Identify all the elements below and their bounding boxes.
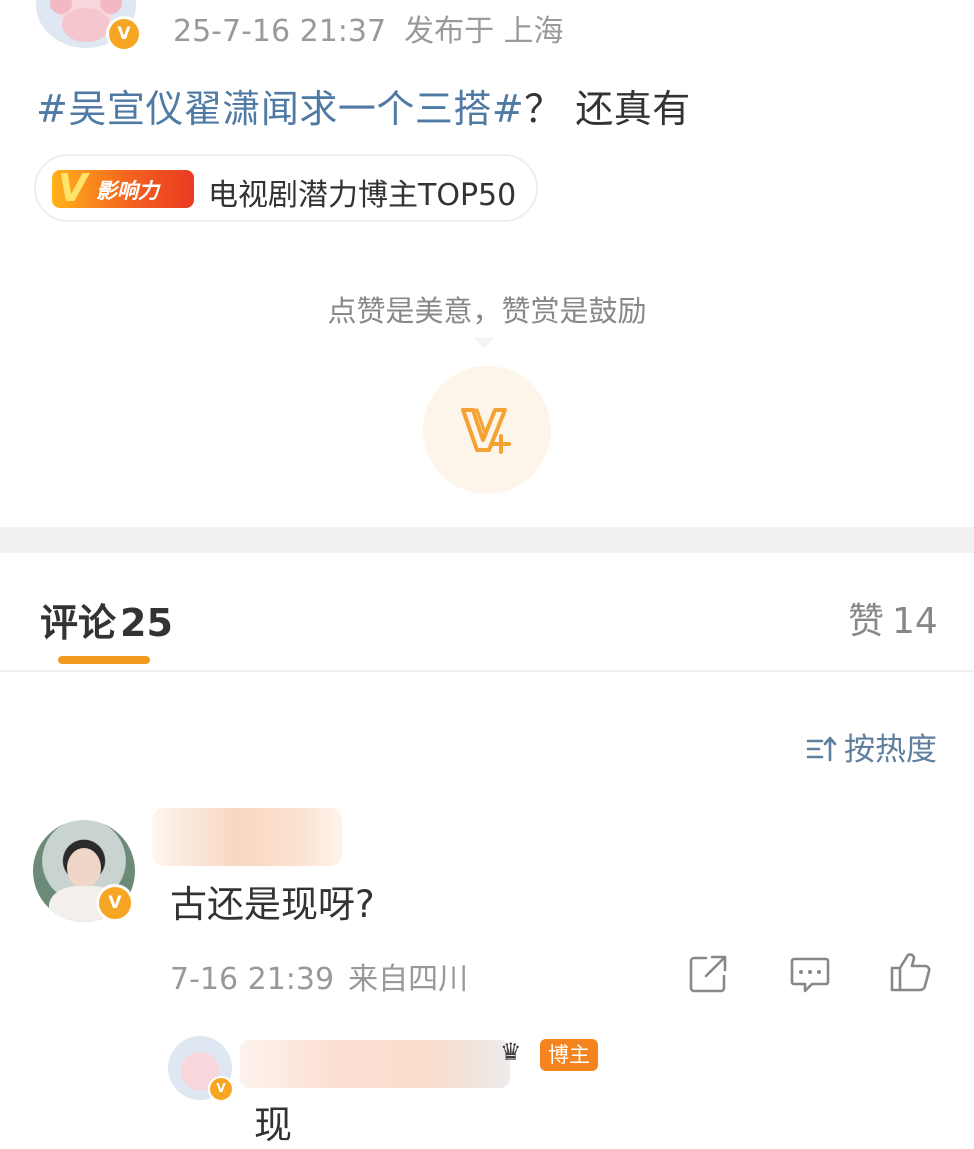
author-badge-label: 博主	[540, 1039, 598, 1071]
influence-chip[interactable]: V 影响力 电视剧潜力博主TOP50	[34, 154, 538, 222]
comment-location: 来自四川	[348, 962, 469, 997]
tab-likes-count: 14	[892, 601, 938, 642]
post-meta: 25-7-16 21:37 发布于 上海	[173, 6, 564, 50]
tab-likes[interactable]: 赞 14	[848, 592, 938, 644]
post-text: #吴宣仪翟潇闻求一个三搭#？ 还真有	[36, 78, 691, 133]
comment-datetime: 7-16 21:39	[170, 962, 335, 997]
verified-badge-icon: V	[106, 16, 142, 52]
topic-link[interactable]: #吴宣仪翟潇闻求一个三搭#	[36, 87, 524, 131]
reply-icon[interactable]	[788, 952, 832, 996]
reward-caption: 点赞是美意，赞赏是鼓励	[327, 294, 647, 328]
like-icon[interactable]	[888, 950, 932, 994]
crown-icon: ♛	[500, 1038, 522, 1066]
active-tab-indicator	[58, 656, 150, 664]
reward-button[interactable]	[423, 366, 551, 494]
influence-badge: V 影响力	[52, 166, 194, 210]
tab-likes-label: 赞	[848, 601, 885, 642]
verified-badge-icon: V	[96, 884, 134, 922]
tab-comments[interactable]: 评论 25	[40, 592, 173, 647]
post-body-text: ？ 还真有	[524, 87, 691, 131]
sort-icon	[806, 736, 837, 762]
influence-text: 电视剧潜力博主TOP50	[208, 178, 517, 213]
share-icon[interactable]	[686, 952, 730, 996]
comment-text: 古还是现呀?	[170, 883, 375, 926]
sort-label: 按热度	[844, 732, 937, 768]
post-location: 发布于 上海	[404, 14, 564, 49]
caption-pointer	[474, 338, 494, 348]
reply-text: 现	[254, 1103, 293, 1147]
tab-comments-count: 25	[120, 601, 173, 645]
post-datetime: 25-7-16 21:37	[173, 14, 387, 49]
section-divider	[0, 527, 974, 553]
reward-v-plus-icon	[461, 408, 511, 454]
avatar-decoration	[62, 8, 110, 42]
comment-meta: 7-16 21:39 来自四川	[170, 954, 468, 998]
commenter-name-redacted[interactable]	[152, 808, 342, 866]
tab-comments-label: 评论	[40, 601, 117, 645]
avatar-decoration	[100, 0, 122, 14]
sort-button[interactable]: 按热度	[806, 724, 937, 769]
verified-badge-icon: V	[208, 1076, 234, 1102]
influence-v-icon: V	[58, 166, 88, 210]
avatar-decoration	[67, 848, 101, 888]
tab-divider	[0, 670, 974, 672]
influence-badge-label: 影响力	[96, 179, 159, 203]
reply-author-name-redacted[interactable]	[240, 1040, 510, 1088]
author-badge: ♛ 博主	[498, 1036, 600, 1072]
